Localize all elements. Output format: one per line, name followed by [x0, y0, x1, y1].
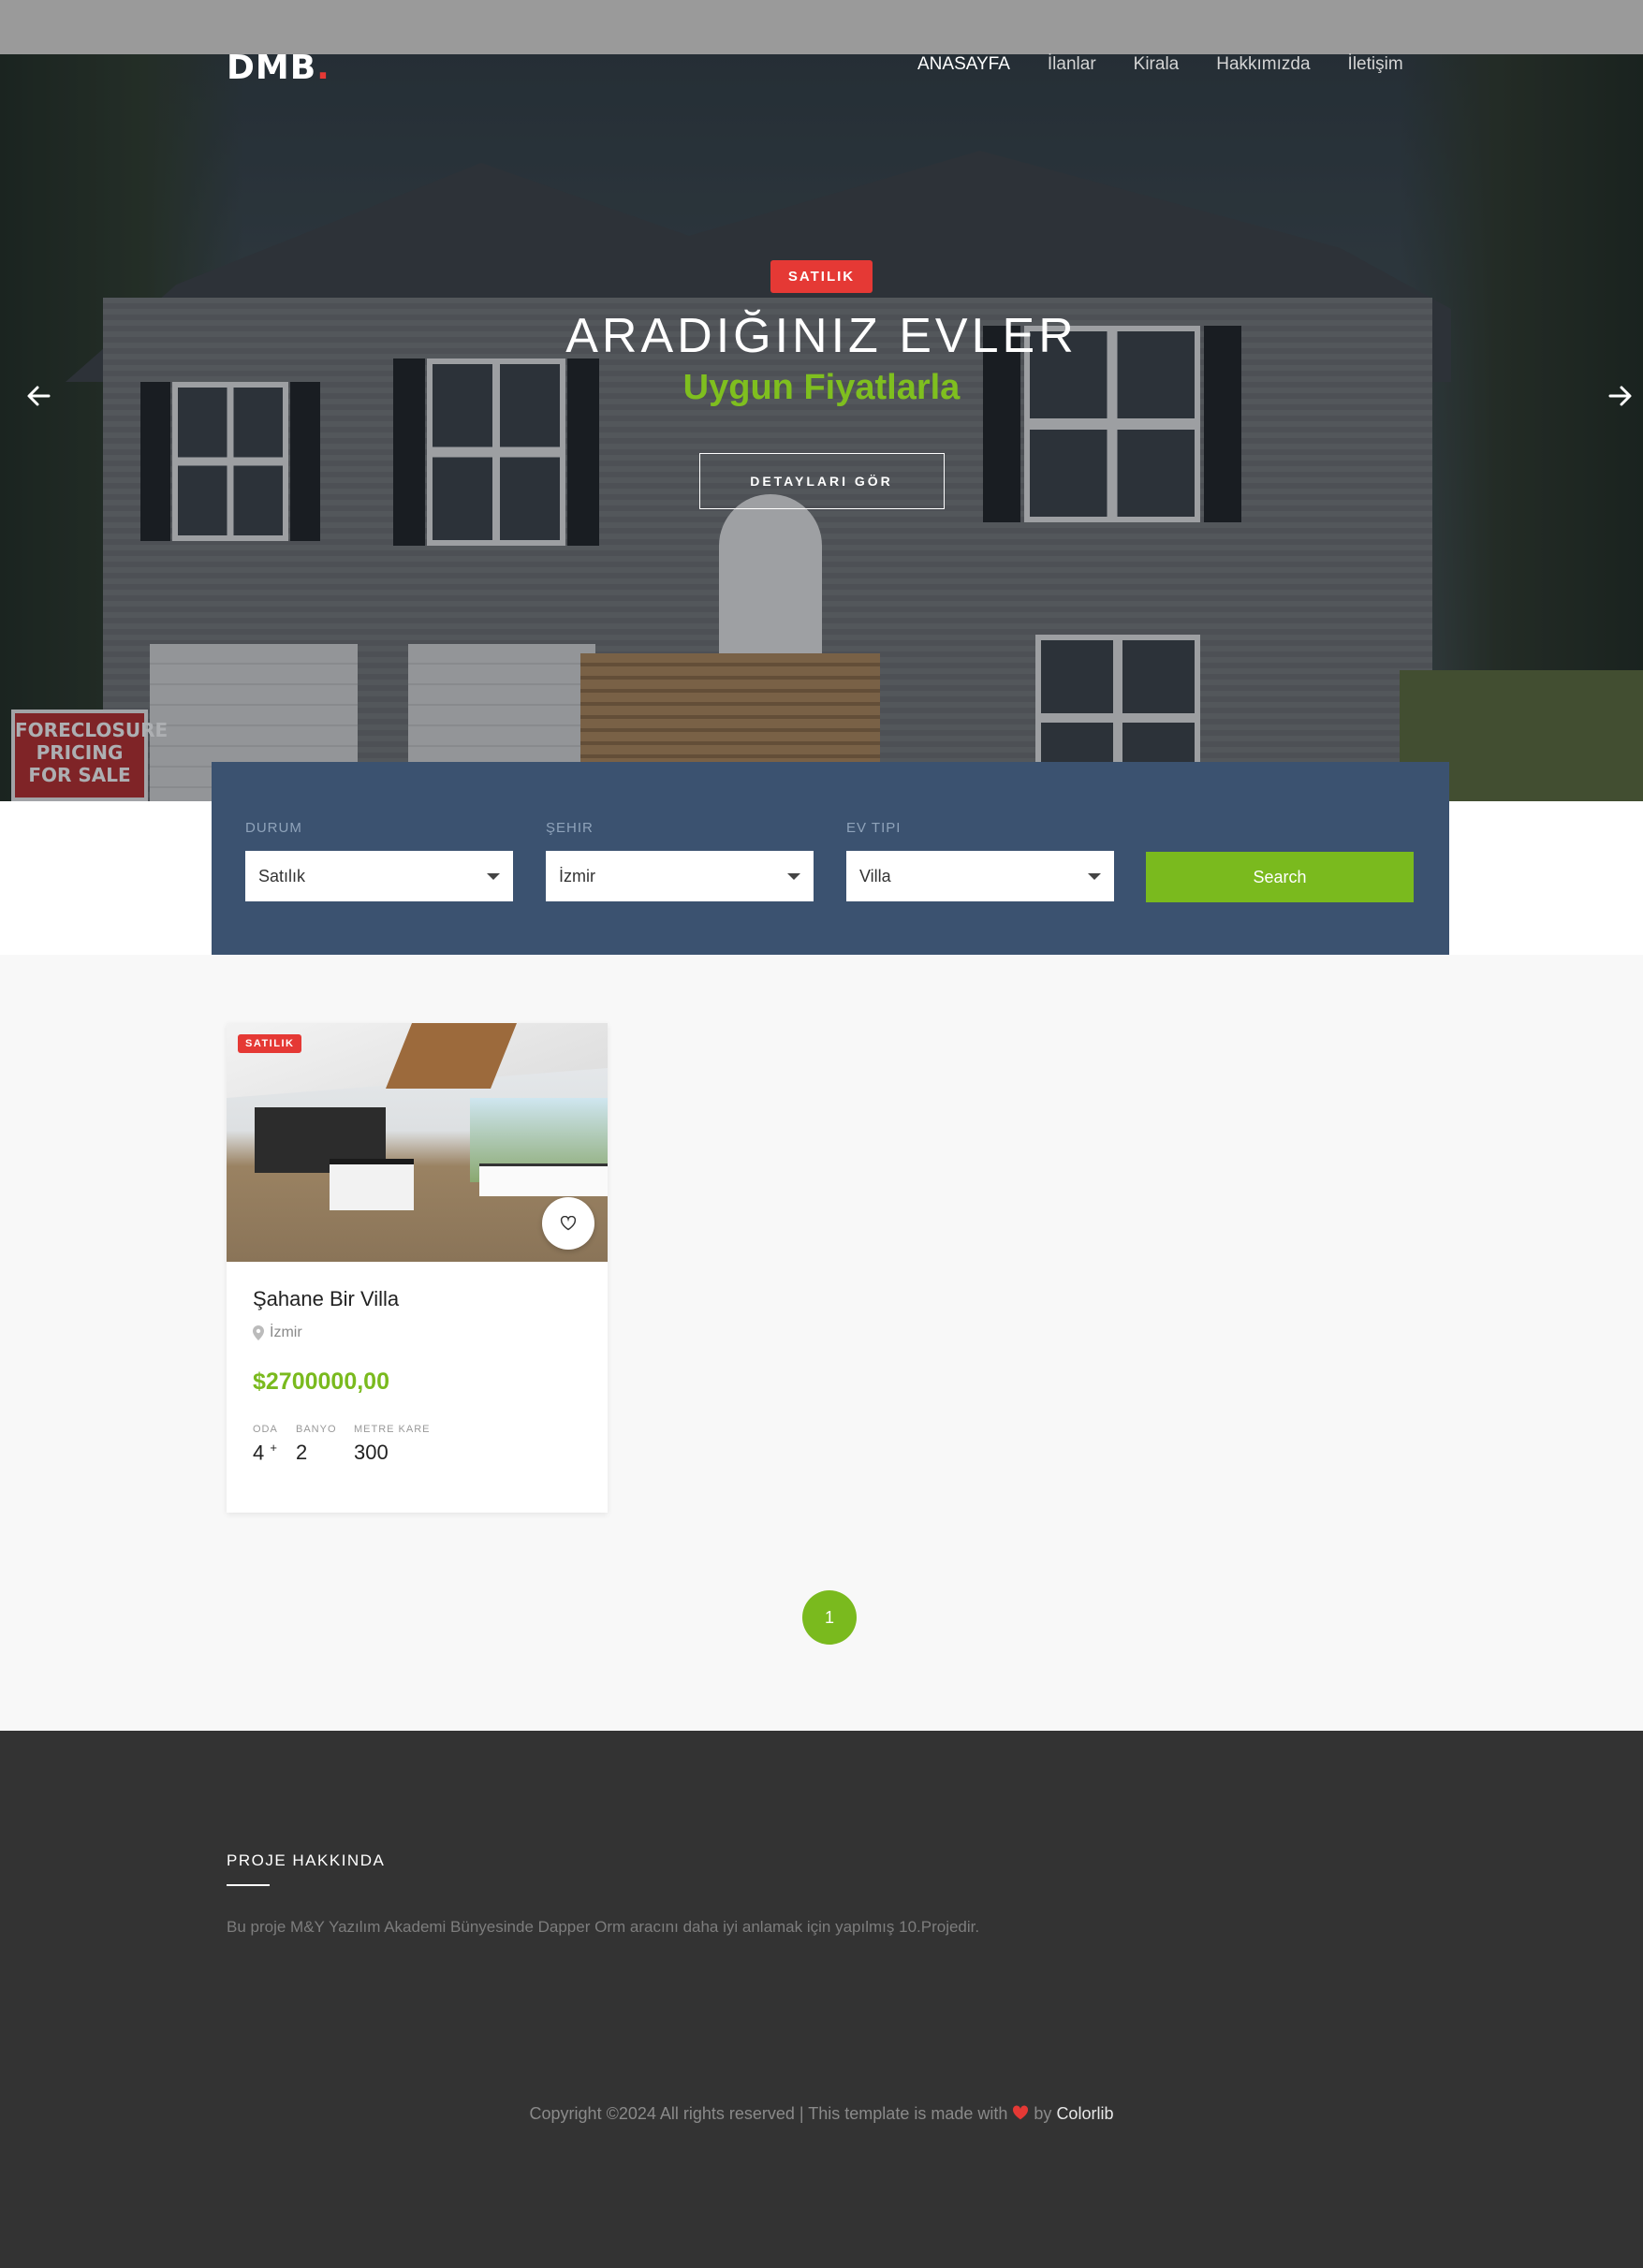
status-select[interactable]: Satılık: [245, 851, 513, 901]
copyright: Copyright ©2024 All rights reserved | Th…: [0, 2104, 1643, 2124]
details-button[interactable]: DETAYLARI GÖR: [698, 453, 945, 509]
search-panel: DURUM Satılık ŞEHIR İzmir EV TIPI Villa …: [212, 762, 1449, 955]
by-text: by: [1034, 2104, 1052, 2123]
hero-title: ARADIĞINIZ EVLER: [565, 309, 1078, 363]
property-image[interactable]: SATILIK: [227, 1023, 608, 1262]
rooms-label: ODA: [253, 1424, 278, 1435]
status-field: DURUM Satılık: [245, 820, 513, 901]
rooms-plus: +: [270, 1441, 277, 1455]
heart-outline-icon: [560, 1216, 577, 1231]
footer-text: Bu proje M&Y Yazılım Akademi Bünyesinde …: [227, 1918, 980, 1936]
rooms-number: 4: [253, 1441, 265, 1465]
hero-content: SATILIK ARADIĞINIZ EVLER Uygun Fiyatlarl…: [0, 260, 1643, 509]
area-label: METRE KARE: [354, 1424, 431, 1435]
dining-table: [479, 1163, 608, 1196]
footer-heading: PROJE HAKKINDA: [227, 1851, 386, 1869]
type-label: EV TIPI: [846, 820, 902, 836]
caret-down-icon: [487, 873, 500, 880]
city-field: ŞEHIR İzmir: [546, 820, 814, 901]
site-logo[interactable]: DMB.: [227, 49, 330, 87]
type-field: EV TIPI Villa: [846, 820, 1114, 901]
top-gray-bar: [0, 0, 1643, 54]
city-label: ŞEHIR: [546, 820, 594, 836]
arrow-right-icon[interactable]: [1608, 384, 1633, 414]
favorite-button[interactable]: [542, 1197, 594, 1250]
rooms-spec: ODA 4 +: [253, 1424, 278, 1465]
property-card[interactable]: SATILIK Şahane Bir Villa İzmir $2700000,…: [227, 1023, 608, 1513]
property-price: $2700000,00: [253, 1368, 389, 1395]
nav-item-ilanlar[interactable]: İlanlar: [1048, 54, 1096, 75]
nav-item-kirala[interactable]: Kirala: [1134, 54, 1180, 75]
status-label: DURUM: [245, 820, 302, 836]
search-button[interactable]: Search: [1146, 852, 1414, 902]
copyright-text: Copyright ©2024 All rights reserved | Th…: [529, 2104, 1008, 2123]
area-value: 300: [354, 1441, 389, 1464]
heart-icon: [1012, 2104, 1034, 2123]
kitchen-island: [330, 1159, 414, 1210]
caret-down-icon: [787, 873, 800, 880]
property-badge: SATILIK: [238, 1034, 302, 1053]
footer: PROJE HAKKINDA Bu proje M&Y Yazılım Akad…: [0, 1731, 1643, 2268]
colorlib-link[interactable]: Colorlib: [1056, 2104, 1113, 2123]
logo-dot: .: [316, 49, 330, 87]
bath-spec: BANYO 2: [296, 1424, 337, 1465]
bath-label: BANYO: [296, 1424, 337, 1435]
nav-item-iletisim[interactable]: İletişim: [1348, 54, 1403, 75]
hero-subtitle: Uygun Fiyatlarla: [682, 368, 961, 407]
map-pin-icon: [253, 1325, 264, 1340]
city-select[interactable]: İzmir: [546, 851, 814, 901]
arrow-left-icon[interactable]: [26, 384, 51, 414]
nav-item-anasayfa[interactable]: ANASAYFA: [917, 54, 1010, 75]
rooms-value: 4 +: [253, 1441, 278, 1465]
main-nav: ANASAYFA İlanlar Kirala Hakkımızda İleti…: [917, 54, 1441, 75]
type-select[interactable]: Villa: [846, 851, 1114, 901]
status-value: Satılık: [258, 867, 306, 885]
caret-down-icon: [1088, 873, 1101, 880]
bath-value: 2: [296, 1441, 308, 1464]
logo-text: DMB: [227, 49, 317, 87]
footer-heading-underline: [227, 1884, 270, 1886]
area-spec: METRE KARE 300: [354, 1424, 431, 1465]
property-title[interactable]: Şahane Bir Villa: [253, 1287, 399, 1311]
nav-item-hakkimizda[interactable]: Hakkımızda: [1216, 54, 1310, 75]
location-text: İzmir: [270, 1324, 302, 1340]
property-location: İzmir: [253, 1324, 302, 1341]
city-value: İzmir: [559, 867, 595, 885]
hero-badge: SATILIK: [770, 260, 873, 293]
pagination-page-1[interactable]: 1: [802, 1590, 857, 1645]
type-value: Villa: [859, 867, 891, 885]
